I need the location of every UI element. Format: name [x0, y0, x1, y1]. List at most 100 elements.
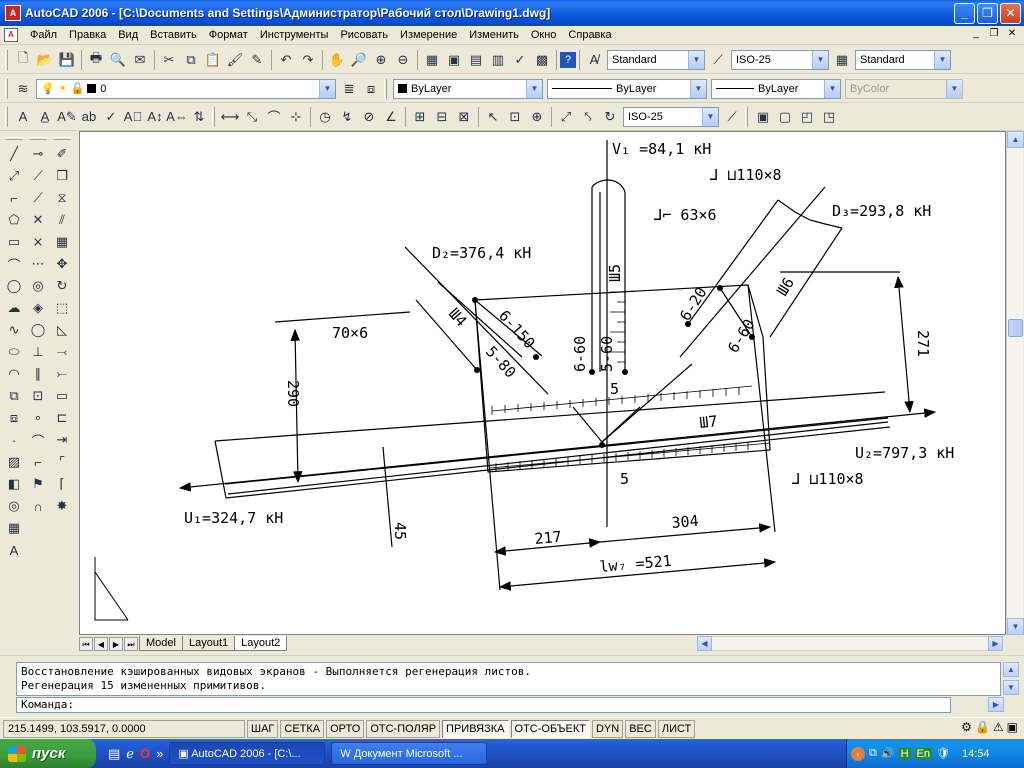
gradient-icon[interactable]: ◧	[3, 473, 25, 495]
snap-extension-icon[interactable]: ⋯	[27, 253, 49, 275]
color-select[interactable]: ByLayer ▼	[393, 78, 543, 99]
polyline-icon[interactable]: ⌐	[3, 187, 25, 209]
polar-toggle[interactable]: ОТС-ПОЛЯР	[366, 719, 441, 738]
ellipse-icon[interactable]: ⬭	[3, 341, 25, 363]
snap-intersection-icon[interactable]: ✕	[27, 209, 49, 231]
diameter-dim-icon[interactable]: ⊘	[358, 106, 380, 128]
internet-explorer-icon[interactable]: ℯ	[126, 746, 134, 762]
next-tab-icon[interactable]: ▶	[109, 636, 123, 651]
dyn-toggle[interactable]: DYN	[591, 719, 624, 738]
chevron-down-icon[interactable]: ▼	[690, 79, 706, 98]
toolbar-grip[interactable]	[5, 49, 8, 70]
command-input[interactable]: Команда:	[16, 697, 951, 713]
last-tab-icon[interactable]: ⏭	[124, 636, 138, 651]
chevron-down-icon[interactable]: ▼	[526, 79, 542, 98]
join-icon[interactable]: ⇥	[51, 429, 73, 451]
toolbar-grip[interactable]	[384, 78, 387, 99]
word-tray-icon[interactable]: H	[898, 747, 911, 760]
command-history[interactable]: Восстановление кэшированных видовых экра…	[16, 662, 1001, 696]
snap-tangent-icon[interactable]: ◯	[27, 319, 49, 341]
table-style-icon[interactable]: ▦	[831, 49, 853, 71]
snap-midpoint-icon[interactable]: ⟋	[27, 187, 49, 209]
scroll-left-icon[interactable]: ◀	[697, 636, 712, 651]
insert-block-icon[interactable]: ⧉	[3, 385, 25, 407]
help-icon[interactable]: ?	[560, 51, 576, 68]
linetype-select[interactable]: ByLayer ▼	[547, 78, 707, 99]
arc-icon[interactable]: ⌒	[3, 253, 25, 275]
desktop-icon[interactable]: ▤	[108, 746, 120, 762]
jogged-dim-icon[interactable]: ↯	[336, 106, 358, 128]
communication-center-icon[interactable]: ⚙	[961, 720, 972, 734]
toolbar-grip[interactable]	[29, 137, 47, 140]
bring-above-icon[interactable]: ◰	[796, 106, 818, 128]
volume-icon[interactable]: 🔊	[881, 747, 895, 760]
title-bar[interactable]: A AutoCAD 2006 - [C:\Documents and Setti…	[0, 0, 1024, 26]
zoom-realtime-icon[interactable]: 🔎	[348, 49, 370, 71]
dim-update-icon[interactable]: ↻	[599, 106, 621, 128]
toolbar-grip[interactable]	[5, 106, 8, 127]
tolerance-icon[interactable]: ⊡	[504, 106, 526, 128]
angular-dim-icon[interactable]: ∠	[380, 106, 402, 128]
table-icon[interactable]: ▦	[3, 517, 25, 539]
dim-text-edit-icon[interactable]: ⤣	[577, 106, 599, 128]
plot-preview-icon[interactable]: 🔍	[107, 49, 129, 71]
chevron-down-icon[interactable]: ▼	[702, 107, 718, 126]
snap-from-icon[interactable]: ⊸	[27, 143, 49, 165]
opera-icon[interactable]: O	[140, 746, 150, 762]
copy-object-icon[interactable]: ❐	[51, 165, 73, 187]
cmd-scroll-right-icon[interactable]: ▶	[988, 697, 1004, 712]
copy-icon[interactable]: ⧉	[180, 49, 202, 71]
cut-icon[interactable]: ✂	[158, 49, 180, 71]
close-button[interactable]: ✕	[1000, 3, 1021, 24]
tab-layout2[interactable]: Layout2	[234, 636, 288, 651]
publish-icon[interactable]: ✉	[129, 49, 151, 71]
move-icon[interactable]: ✥	[51, 253, 73, 275]
ellipse-arc-icon[interactable]: ◠	[3, 363, 25, 385]
edit-text-icon[interactable]: A✎	[56, 106, 78, 128]
menu-help[interactable]: Справка	[562, 26, 617, 45]
tab-layout1[interactable]: Layout1	[181, 636, 236, 651]
break-icon[interactable]: ⊏	[51, 407, 73, 429]
sheet-set-icon[interactable]: ▥	[487, 49, 509, 71]
text-style-icon[interactable]: A̸	[583, 49, 605, 71]
antivirus-icon[interactable]: 🛡	[936, 747, 950, 760]
menu-edit[interactable]: Правка	[63, 26, 112, 45]
toolbar-grip[interactable]	[5, 137, 23, 140]
doc-minimize-button[interactable]: _	[968, 28, 984, 42]
tab-model[interactable]: Model	[139, 636, 183, 651]
lineweight-toggle[interactable]: ВЕС	[625, 719, 656, 738]
minimize-button[interactable]: _	[954, 3, 975, 24]
snap-magnet-icon[interactable]: ∩	[27, 495, 49, 517]
scale-icon[interactable]: ⬚	[51, 297, 73, 319]
table-style-select[interactable]: Standard ▼	[855, 49, 951, 70]
open-icon[interactable]: 📂	[34, 49, 56, 71]
match-properties-icon[interactable]: 🖌	[224, 49, 246, 71]
ordinate-dim-icon[interactable]: ⊹	[285, 106, 307, 128]
layer-manager-icon[interactable]: ≋	[12, 78, 34, 100]
snap-quadrant-icon[interactable]: ◈	[27, 297, 49, 319]
baseline-dim-icon[interactable]: ⊟	[431, 106, 453, 128]
properties-icon[interactable]: ▦	[421, 49, 443, 71]
justify-text-icon[interactable]: A⇔	[166, 106, 188, 128]
lineweight-select[interactable]: ByLayer ▼	[711, 78, 841, 99]
polygon-icon[interactable]: ⬠	[3, 209, 25, 231]
horizontal-scrollbar[interactable]: ◀ ▶	[697, 636, 1003, 651]
send-to-back-icon[interactable]: ▢	[774, 106, 796, 128]
clean-screen-icon[interactable]: ▣	[1007, 720, 1018, 734]
block-editor-icon[interactable]: ✎	[246, 49, 268, 71]
array-icon[interactable]: ▦	[51, 231, 73, 253]
single-line-text-icon[interactable]: A̲	[34, 106, 56, 128]
task-word[interactable]: W Документ Microsoft ...	[331, 742, 488, 765]
make-layer-current-icon[interactable]: ≣	[338, 78, 360, 100]
cmd-scroll-down-icon[interactable]: ▼	[1003, 680, 1019, 695]
make-block-icon[interactable]: ⧈	[3, 407, 25, 429]
quick-dim-icon[interactable]: ⊞	[409, 106, 431, 128]
snap-apparent-icon[interactable]: ⨯	[27, 231, 49, 253]
chevron-down-icon[interactable]: ▼	[319, 79, 335, 98]
doc-restore-button[interactable]: ❐	[986, 28, 1002, 42]
layer-select[interactable]: 💡 ☀ 🔓 0 ▼	[36, 78, 336, 99]
menu-file[interactable]: Файл	[24, 26, 63, 45]
snap-node-icon[interactable]: ∘	[27, 407, 49, 429]
fillet-icon[interactable]: ⌈	[51, 473, 73, 495]
quick-leader-icon[interactable]: ↖	[482, 106, 504, 128]
